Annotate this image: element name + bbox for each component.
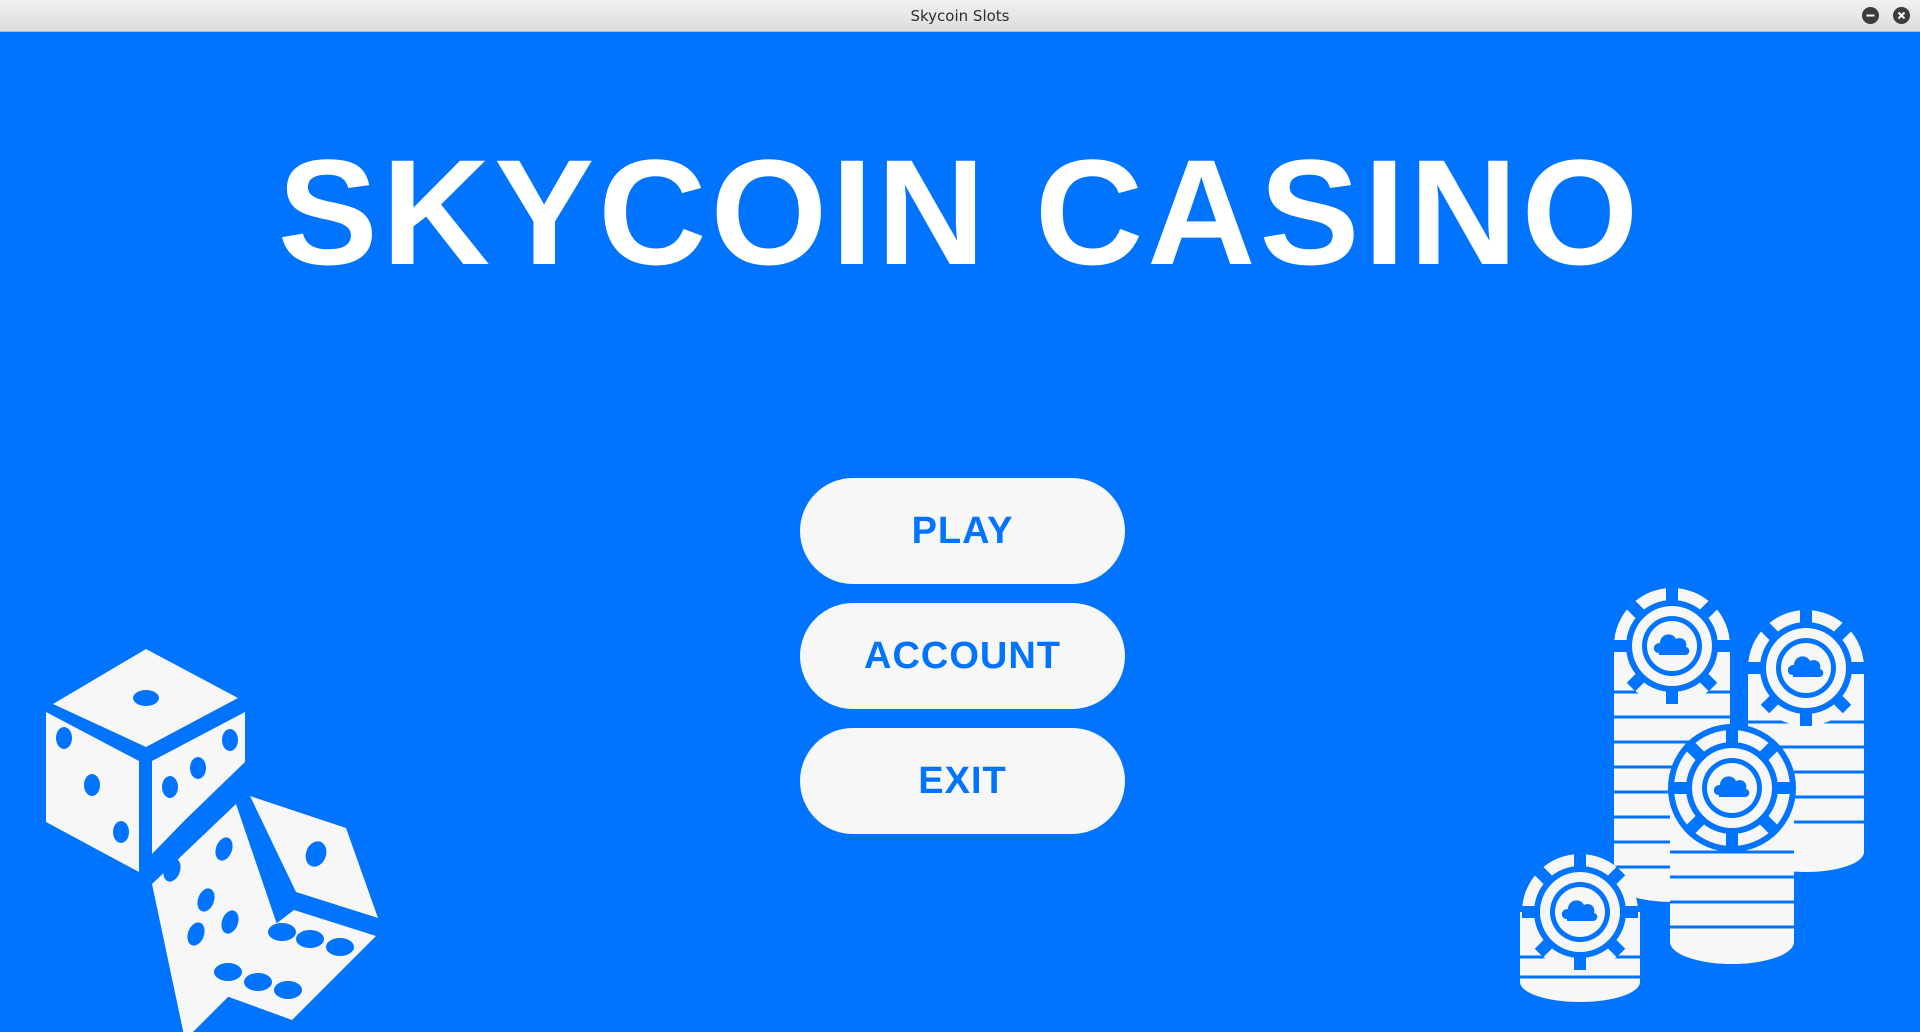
account-button[interactable]: ACCOUNT: [800, 603, 1125, 709]
minimize-button[interactable]: [1862, 7, 1879, 24]
play-button[interactable]: PLAY: [800, 478, 1125, 584]
app-window: Skycoin Slots SKYCOIN CASINO PLAY ACCOUN…: [0, 0, 1920, 1032]
dice-icon: [46, 649, 378, 1032]
close-button[interactable]: [1893, 7, 1910, 24]
window-titlebar[interactable]: Skycoin Slots: [0, 0, 1920, 32]
game-screen: SKYCOIN CASINO PLAY ACCOUNT EXIT: [0, 32, 1920, 1032]
window-title: Skycoin Slots: [910, 7, 1010, 25]
minimize-icon: [1866, 14, 1875, 17]
casino-chips-icon: [1520, 588, 1864, 1002]
exit-button[interactable]: EXIT: [800, 728, 1125, 834]
close-icon: [1897, 11, 1906, 20]
game-title: SKYCOIN CASINO: [277, 128, 1643, 296]
